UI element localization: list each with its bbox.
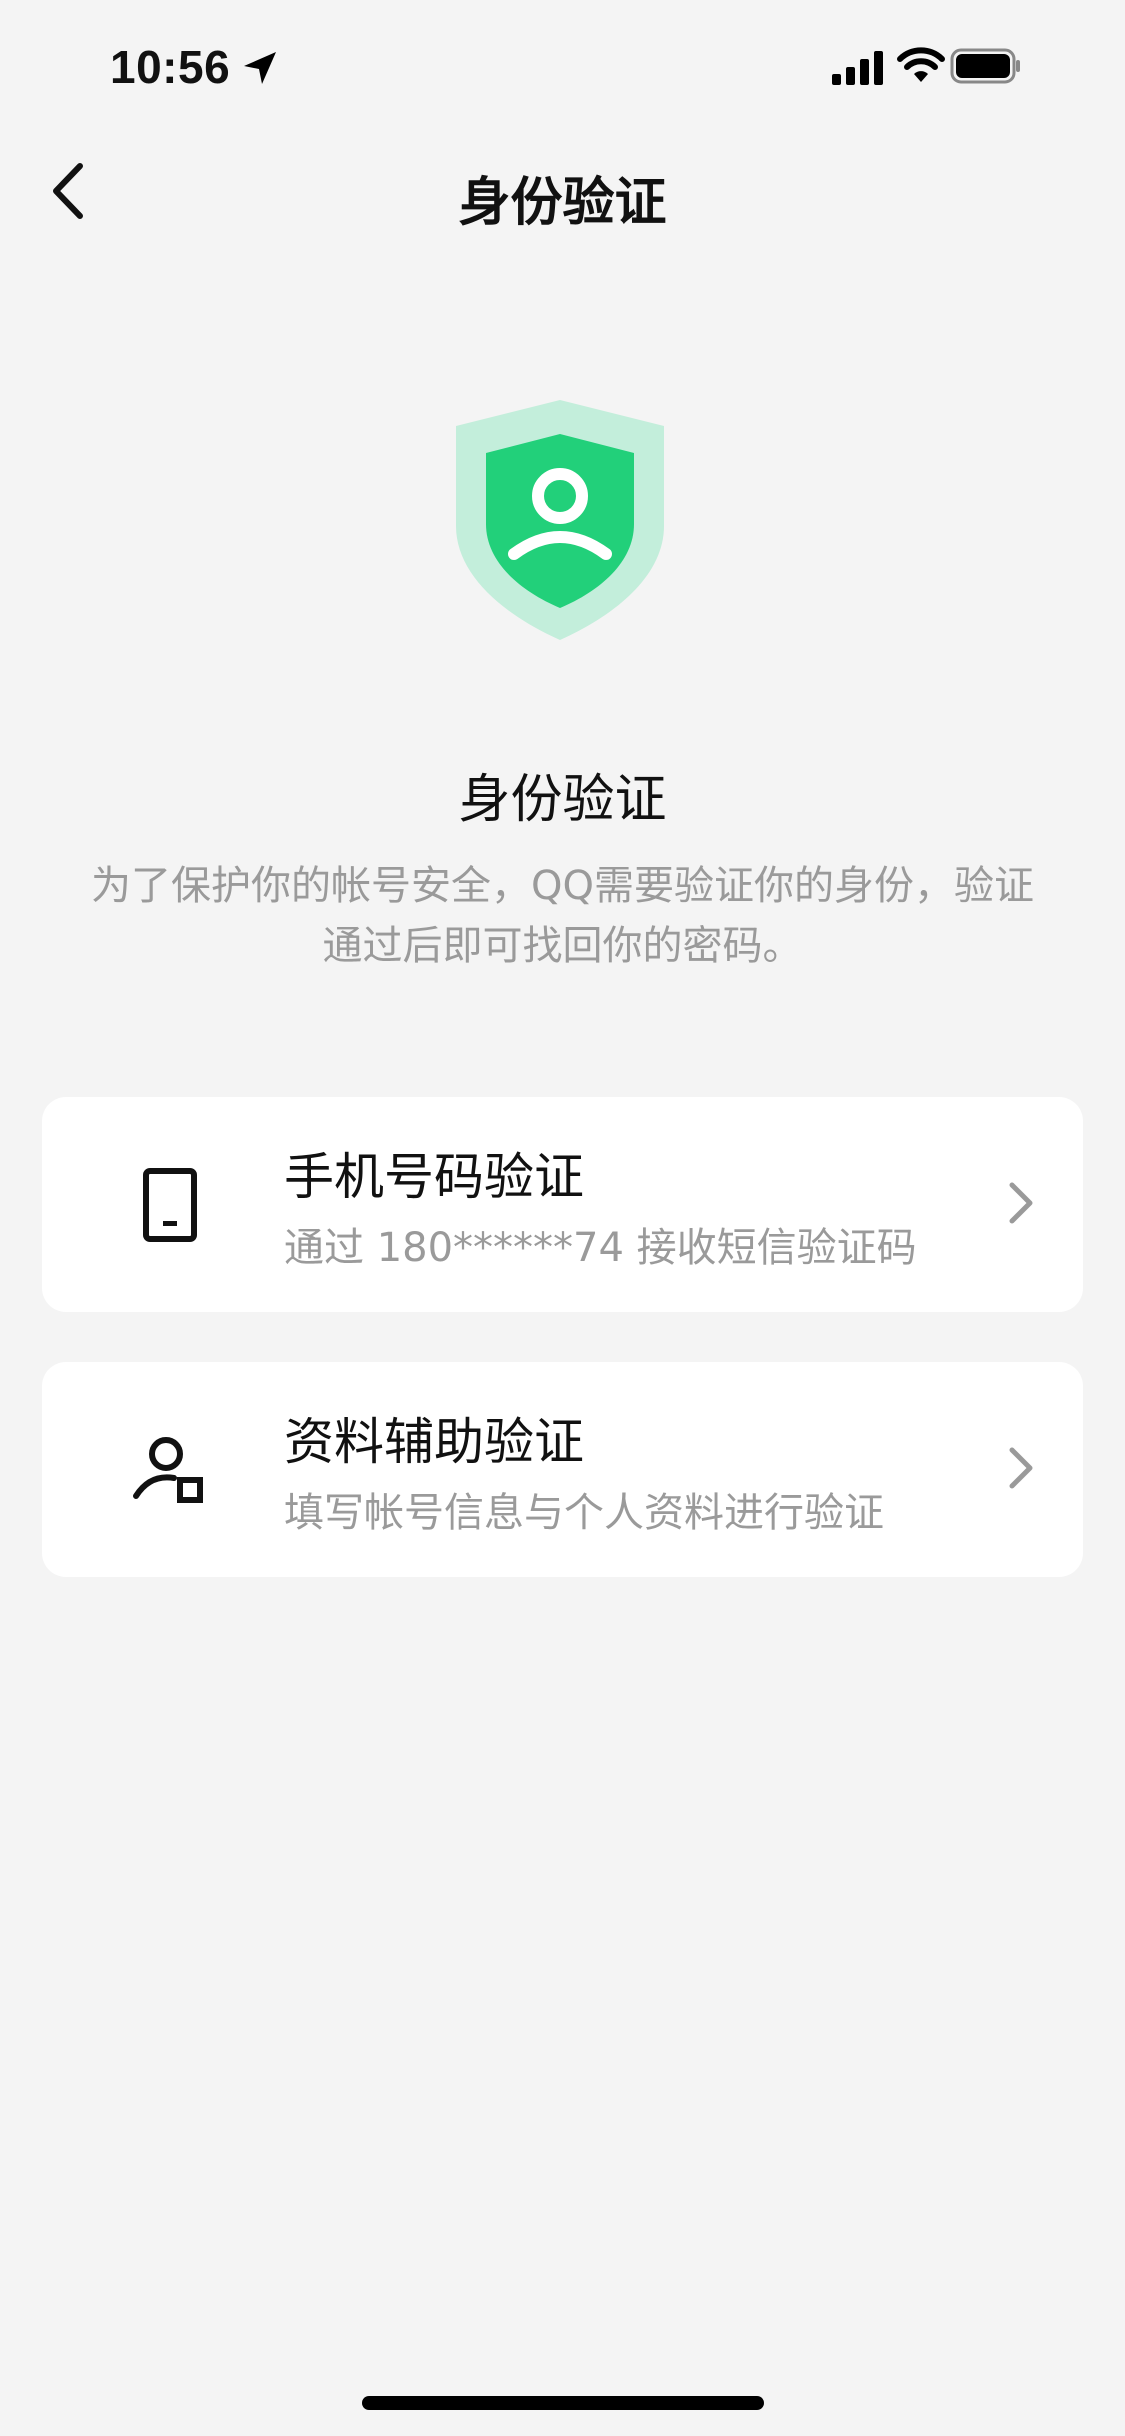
page-title: 身份验证 <box>458 173 667 233</box>
hero-title: 身份验证 <box>458 770 667 830</box>
home-indicator[interactable] <box>362 2396 764 2410</box>
shield-user-icon <box>456 400 664 640</box>
chevron-right-icon <box>1009 1447 1033 1489</box>
profile-verification-option[interactable]: 资料辅助验证 填写帐号信息与个人资料进行验证 <box>42 1362 1083 1577</box>
phone-verification-subtitle: 通过 180******74 接收短信验证码 <box>284 1225 917 1271</box>
hero-description: 为了保护你的帐号安全，QQ需要验证你的身份，验证 通过后即可找回你的密码。 <box>50 856 1075 976</box>
wifi-icon <box>897 47 945 82</box>
location-arrow-icon <box>244 52 276 84</box>
status-time: 10:56 <box>110 41 231 93</box>
hero-description-line-1: 为了保护你的帐号安全，QQ需要验证你的身份，验证 <box>91 863 1034 909</box>
cellular-signal-icon <box>832 51 883 85</box>
profile-verification-subtitle: 填写帐号信息与个人资料进行验证 <box>284 1490 884 1536</box>
user-id-icon <box>133 1437 203 1503</box>
battery-icon <box>950 48 1020 84</box>
hero-description-line-2: 通过后即可找回你的密码。 <box>322 923 803 969</box>
chevron-right-icon <box>1009 1182 1033 1224</box>
navigation-bar: 身份验证 <box>0 140 1125 240</box>
phone-verification-title: 手机号码验证 <box>284 1148 584 1206</box>
status-bar: 10:56 <box>0 0 1125 130</box>
profile-verification-title: 资料辅助验证 <box>284 1413 584 1471</box>
phone-icon <box>143 1168 197 1242</box>
identity-verification-screen: 10:56 身份验证 身份验证 为了保护你的帐号安全，QQ需要验证你的身份，验证… <box>0 0 1125 2436</box>
phone-verification-option[interactable]: 手机号码验证 通过 180******74 接收短信验证码 <box>42 1097 1083 1312</box>
